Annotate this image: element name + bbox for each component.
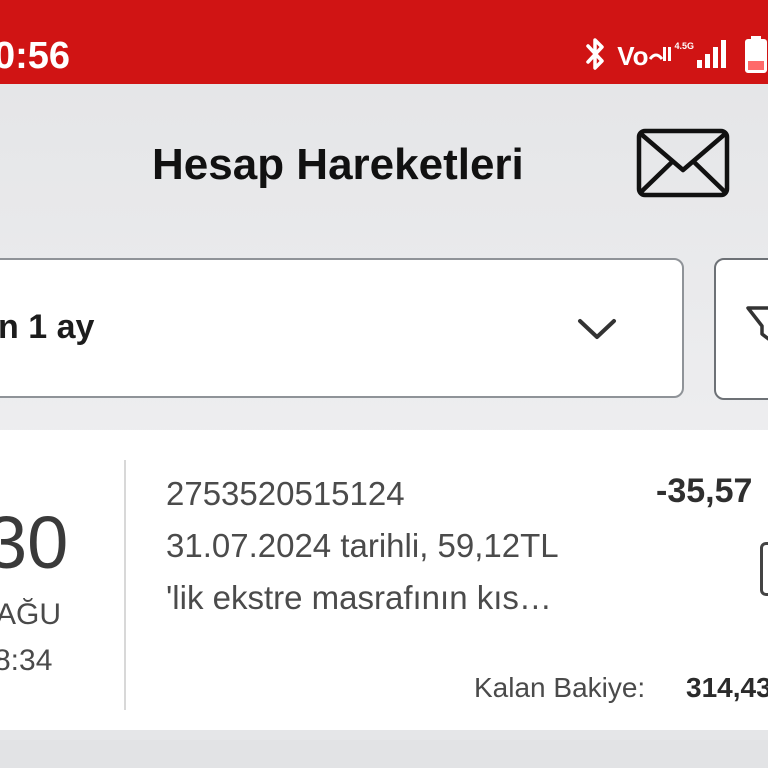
description-line: 'lik ekstre masrafının kıs…	[166, 579, 552, 616]
transaction-description: 2753520515124 31.07.2024 tarihli, 59,12T…	[166, 468, 646, 624]
header: Hesap Hareketleri	[0, 84, 768, 234]
status-icons: Vo 4.5G	[575, 34, 768, 78]
transaction-amount: -35,57	[656, 472, 753, 510]
description-line: 2753520515124	[166, 475, 405, 512]
status-time: 0:56	[0, 35, 71, 77]
transaction-month: AĞU	[0, 598, 62, 631]
transaction-day: 30	[0, 501, 69, 584]
battery-icon	[744, 35, 768, 78]
signal-icon	[696, 38, 730, 75]
page-title: Hesap Hareketleri	[152, 140, 524, 189]
balance-value: 314,43	[686, 672, 768, 703]
description-line: 31.07.2024 tarihli, 59,12TL	[166, 527, 559, 564]
screen: 0:56 Vo 4.5G Hesap Hareketleri n 1 ay 30…	[0, 0, 768, 768]
messages-button[interactable]	[636, 128, 730, 198]
status-bar: 0:56 Vo 4.5G	[0, 0, 768, 84]
row-divider	[124, 460, 126, 710]
transaction-time: 8:34	[0, 644, 53, 677]
next-row-edge	[0, 740, 768, 768]
envelope-icon	[636, 128, 730, 198]
network-type-label: 4.5G	[674, 41, 694, 51]
balance-label: Kalan Bakiye:	[474, 672, 646, 703]
period-dropdown[interactable]: n 1 ay	[0, 258, 684, 398]
receipt-icon[interactable]	[760, 542, 768, 596]
wifi-call-icon	[648, 39, 672, 74]
bluetooth-icon	[585, 36, 607, 77]
period-value: n 1 ay	[0, 308, 95, 346]
filter-button[interactable]	[714, 258, 768, 400]
transaction-row[interactable]: 30 AĞU 8:34 2753520515124 31.07.2024 tar…	[0, 430, 768, 730]
chevron-down-icon	[574, 306, 620, 352]
filter-icon	[746, 304, 768, 344]
volte-icon: Vo	[617, 41, 649, 71]
